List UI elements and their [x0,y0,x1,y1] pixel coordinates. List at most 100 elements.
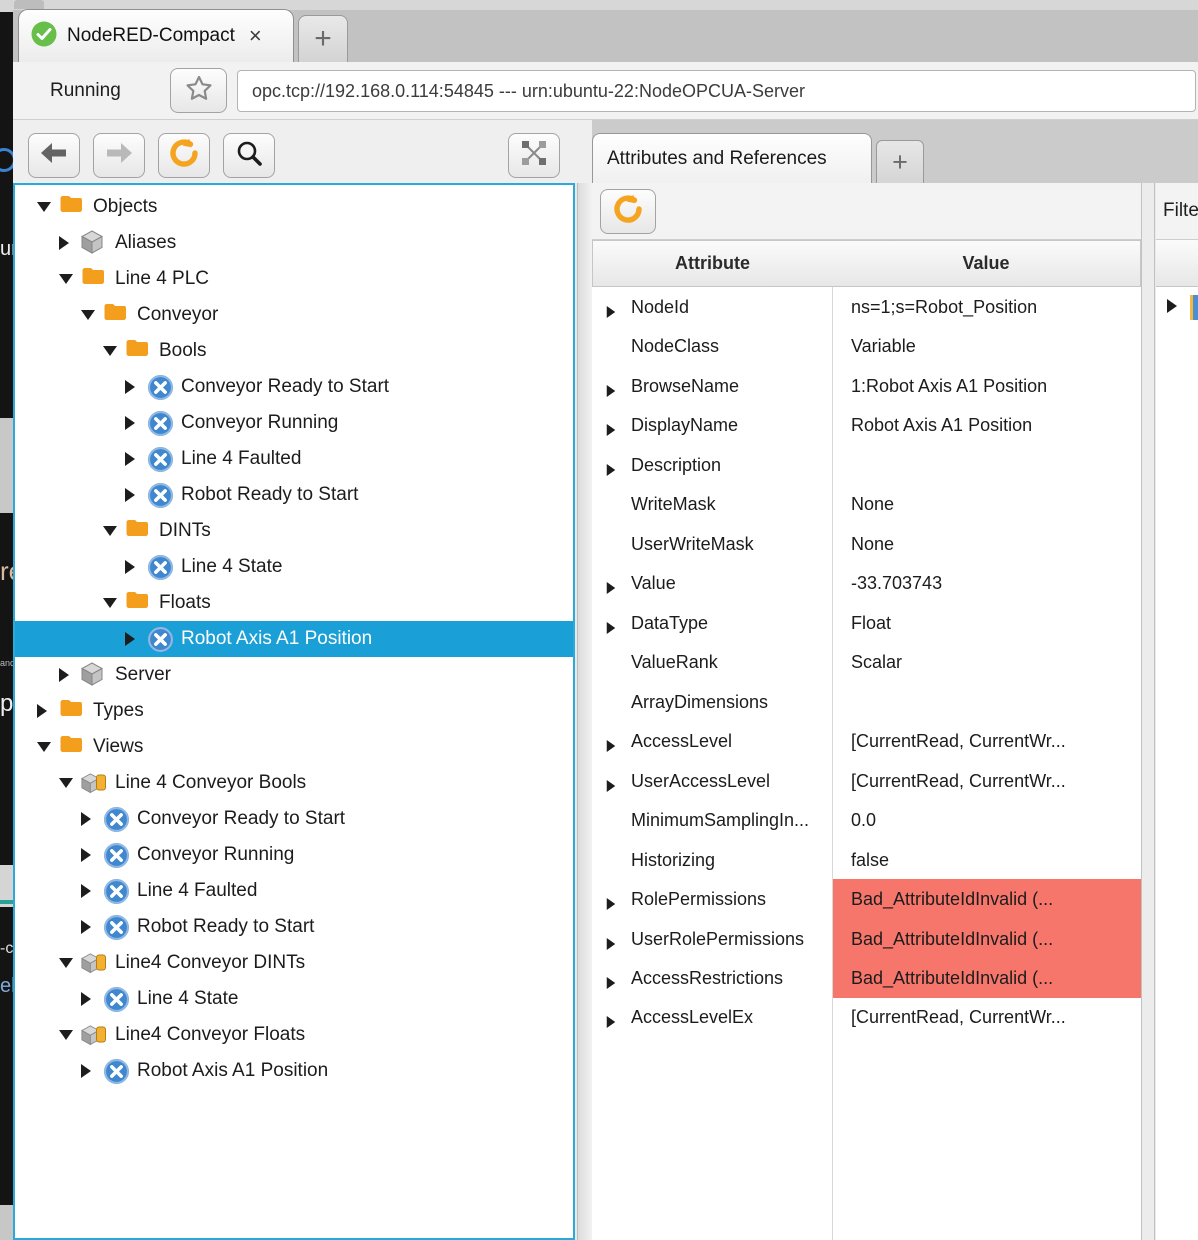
tree-item-robot-ready-to-start[interactable]: Robot Ready to Start [15,477,573,513]
tree-item-line-4-state[interactable]: Line 4 State [15,981,573,1017]
attr-row-writemask[interactable]: WriteMaskNone [592,484,1141,524]
expand-arrow-icon[interactable] [607,977,616,989]
tree-item-floats[interactable]: Floats [15,585,573,621]
expand-arrow-icon[interactable] [607,1016,616,1028]
expand-arrow-icon[interactable] [607,622,616,634]
expand-arrow-icon[interactable] [607,464,616,476]
expand-arrow-icon[interactable] [607,385,616,397]
tree-item-types[interactable]: Types [15,693,573,729]
tab-attributes-and-references[interactable]: Attributes and References [592,133,872,183]
attr-row-nodeid[interactable]: NodeIdns=1;s=Robot_Position [592,287,1141,327]
expand-arrow-icon[interactable] [125,416,135,430]
tree-item-robot-axis-a1-position[interactable]: Robot Axis A1 Position [15,621,573,657]
filter-button[interactable]: Filter [1156,183,1198,240]
attr-row-displayname[interactable]: DisplayNameRobot Axis A1 Position [592,405,1141,445]
tree-item-server[interactable]: Server [15,657,573,693]
expand-arrow-icon[interactable] [59,236,69,250]
attr-row-browsename[interactable]: BrowseName1:Robot Axis A1 Position [592,366,1141,406]
expand-arrow-icon[interactable] [125,560,135,574]
expand-arrow-icon[interactable] [103,346,117,356]
tree-scrollbar[interactable] [577,183,592,1240]
expand-arrow-icon[interactable] [81,920,91,934]
new-connection-tab-button[interactable]: + [298,15,348,62]
column-header-attribute[interactable]: Attribute [592,240,833,287]
column-divider[interactable] [832,287,833,1240]
attr-row-valuerank[interactable]: ValueRankScalar [592,642,1141,682]
tree-item-conveyor-running[interactable]: Conveyor Running [15,405,573,441]
expand-arrow-icon[interactable] [81,812,91,826]
attr-row-datatype[interactable]: DataTypeFloat [592,603,1141,643]
tree-item-objects[interactable]: Objects [15,189,573,225]
expand-arrow-icon[interactable] [81,1064,91,1078]
expand-arrow-icon[interactable] [125,452,135,466]
expand-arrow-icon[interactable] [125,488,135,502]
attr-row-nodeclass[interactable]: NodeClassVariable [592,326,1141,366]
expand-arrow-icon[interactable] [37,704,47,718]
expand-arrow-icon[interactable] [59,958,73,968]
column-header-value[interactable]: Value [832,240,1141,287]
tree-item-robot-axis-a1-position[interactable]: Robot Axis A1 Position [15,1053,573,1089]
server-address-field[interactable]: opc.tcp://192.168.0.114:54845 --- urn:ub… [237,70,1196,112]
expand-arrow-icon[interactable] [607,898,616,910]
expand-arrow-icon[interactable] [1167,299,1177,313]
expand-arrow-icon[interactable] [607,780,616,792]
expand-arrow-icon[interactable] [607,582,616,594]
expand-arrow-icon[interactable] [81,992,91,1006]
expand-arrow-icon[interactable] [607,424,616,436]
attr-row-accessrestrictions[interactable]: AccessRestrictionsBad_AttributeIdInvalid… [592,958,1141,998]
tree-item-line4-conveyor-dints[interactable]: Line4 Conveyor DINTs [15,945,573,981]
expand-arrow-icon[interactable] [81,848,91,862]
reference-item[interactable] [1156,287,1198,327]
search-button[interactable] [223,133,275,178]
tree-item-robot-ready-to-start[interactable]: Robot Ready to Start [15,909,573,945]
attr-row-minimumsamplingin[interactable]: MinimumSamplingIn...0.0 [592,800,1141,840]
attr-row-value[interactable]: Value-33.703743 [592,563,1141,603]
tree-item-line-4-plc[interactable]: Line 4 PLC [15,261,573,297]
expand-arrow-icon[interactable] [59,668,69,682]
bookmark-button[interactable] [170,68,227,113]
tree-item-conveyor[interactable]: Conveyor [15,297,573,333]
expand-arrow-icon[interactable] [607,306,616,318]
tree-item-bools[interactable]: Bools [15,333,573,369]
attr-row-userrolepermissions[interactable]: UserRolePermissionsBad_AttributeIdInvali… [592,919,1141,959]
connection-tab[interactable]: NodeRED-Compact × [18,9,294,62]
tree-item-line-4-state[interactable]: Line 4 State [15,549,573,585]
expand-arrow-icon[interactable] [37,202,51,212]
expand-arrow-icon[interactable] [103,598,117,608]
attr-row-accesslevel[interactable]: AccessLevel[CurrentRead, CurrentWr... [592,721,1141,761]
expand-arrow-icon[interactable] [81,310,95,320]
tree-item-line-4-conveyor-bools[interactable]: Line 4 Conveyor Bools [15,765,573,801]
attr-row-useraccesslevel[interactable]: UserAccessLevel[CurrentRead, CurrentWr..… [592,761,1141,801]
expand-arrow-icon[interactable] [125,380,135,394]
back-button[interactable] [28,133,80,178]
attr-row-arraydimensions[interactable]: ArrayDimensions [592,682,1141,722]
expand-arrow-icon[interactable] [81,884,91,898]
tree-item-line-4-faulted[interactable]: Line 4 Faulted [15,873,573,909]
expand-arrow-icon[interactable] [607,740,616,752]
attr-row-userwritemask[interactable]: UserWriteMaskNone [592,524,1141,564]
refresh-button[interactable] [158,133,210,178]
tree-item-views[interactable]: Views [15,729,573,765]
tree-item-conveyor-ready-to-start[interactable]: Conveyor Ready to Start [15,369,573,405]
panel-splitter[interactable] [1141,183,1155,1240]
attr-row-accesslevelex[interactable]: AccessLevelEx[CurrentRead, CurrentWr... [592,997,1141,1037]
tree-item-line-4-faulted[interactable]: Line 4 Faulted [15,441,573,477]
expand-arrow-icon[interactable] [607,938,616,950]
attr-row-description[interactable]: Description [592,445,1141,485]
expand-arrow-icon[interactable] [37,742,51,752]
attr-row-rolepermissions[interactable]: RolePermissionsBad_AttributeIdInvalid (.… [592,879,1141,919]
tree-item-dints[interactable]: DINTs [15,513,573,549]
expand-arrow-icon[interactable] [59,778,73,788]
tree-item-line4-conveyor-floats[interactable]: Line4 Conveyor Floats [15,1017,573,1053]
tree-item-aliases[interactable]: Aliases [15,225,573,261]
close-tab-icon[interactable]: × [249,25,262,47]
tree-item-conveyor-running[interactable]: Conveyor Running [15,837,573,873]
expand-arrow-icon[interactable] [59,1030,73,1040]
attributes-refresh-button[interactable] [600,189,656,234]
expand-arrow-icon[interactable] [59,274,73,284]
expand-arrow-icon[interactable] [103,526,117,536]
node-graph-button[interactable] [508,133,560,178]
expand-arrow-icon[interactable] [125,632,135,646]
attr-row-historizing[interactable]: Historizingfalse [592,840,1141,880]
new-panel-tab-button[interactable]: + [876,140,924,183]
